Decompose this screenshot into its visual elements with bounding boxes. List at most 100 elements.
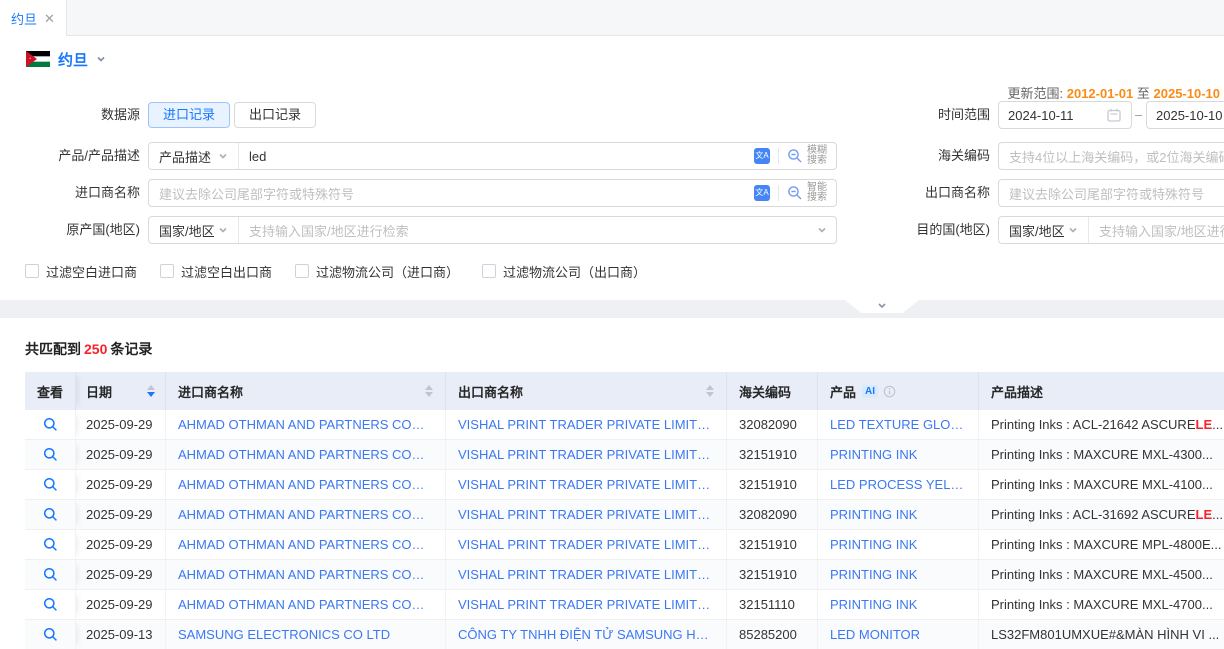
checkbox-icon [295, 264, 309, 278]
view-cell[interactable] [25, 530, 76, 559]
table-row: 2025-09-29 AHMAD OTHMAN AND PARTNERS COM… [25, 440, 1224, 470]
product-link[interactable]: LED TEXTURE GLOSS ... [830, 417, 966, 432]
filter-panel: 更新范围: 2012-01-01 至 2025-10-10 数据源 进口记录 出… [0, 80, 1224, 300]
date-cell: 2025-09-29 [76, 470, 166, 499]
end-date-input[interactable]: 2025-10-10 [1146, 101, 1224, 129]
checkbox-filter-logistics-exporter[interactable]: 过滤物流公司（出口商） [482, 262, 646, 281]
product-link[interactable]: PRINTING INK [830, 567, 917, 582]
product-link[interactable]: PRINTING INK [830, 447, 917, 462]
product-link[interactable]: PRINTING INK [830, 597, 917, 612]
country-name: 约旦 [58, 49, 88, 70]
importer-link[interactable]: AHMAD OTHMAN AND PARTNERS COMPA... [178, 417, 433, 432]
exporter-link[interactable]: CÔNG TY TNHH ĐIỆN TỬ SAMSUNG HCMC... [458, 627, 714, 642]
chevron-down-icon [218, 225, 228, 235]
importer-link[interactable]: AHMAD OTHMAN AND PARTNERS COMPA... [178, 447, 433, 462]
product-link[interactable]: LED MONITOR [830, 627, 920, 642]
exporter-link[interactable]: VISHAL PRINT TRADER PRIVATE LIMITED [458, 507, 714, 522]
view-cell[interactable] [25, 410, 76, 439]
view-cell[interactable] [25, 620, 76, 649]
checkbox-filter-blank-exporter[interactable]: 过滤空白出口商 [160, 262, 272, 281]
view-cell[interactable] [25, 590, 76, 619]
sort-icon [147, 385, 155, 397]
view-cell[interactable] [25, 470, 76, 499]
magnifier-icon [43, 567, 58, 582]
importer-link[interactable]: AHMAD OTHMAN AND PARTNERS COMPA... [178, 597, 433, 612]
view-cell[interactable] [25, 560, 76, 589]
importer-name-input[interactable]: 建议去除公司尾部字符或特殊符号 [149, 180, 754, 206]
exporter-link[interactable]: VISHAL PRINT TRADER PRIVATE LIMITED [458, 477, 714, 492]
table-row: 2025-09-29 AHMAD OTHMAN AND PARTNERS COM… [25, 560, 1224, 590]
origin-country-select[interactable]: 国家/地区 [149, 217, 239, 243]
tab-jordan[interactable]: 约旦 ✕ [0, 0, 67, 36]
calendar-icon [1106, 107, 1122, 123]
table-body: 2025-09-29 AHMAD OTHMAN AND PARTNERS COM… [25, 410, 1224, 649]
origin-country-label: 原产国(地区) [0, 216, 140, 244]
jordan-flag-icon [26, 51, 50, 67]
magnifier-icon [43, 597, 58, 612]
info-icon[interactable] [883, 385, 896, 398]
origin-country-input[interactable]: 支持输入国家/地区进行检索 [239, 217, 817, 243]
product-link[interactable]: LED PROCESS YELLOW... [830, 477, 966, 492]
product-search-input[interactable]: led [239, 143, 754, 169]
hs-code-input[interactable]: 支持4位以上海关编码，或2位海关编码加 [998, 142, 1224, 170]
checkbox-icon [25, 264, 39, 278]
exporter-link[interactable]: VISHAL PRINT TRADER PRIVATE LIMITED [458, 417, 714, 432]
translate-icon[interactable]: 文A [754, 148, 770, 164]
header-importer[interactable]: 进口商名称 [166, 372, 446, 410]
hs-code-cell: 32082090 [727, 410, 818, 439]
description-cell: Printing Inks : MAXCURE MXL-4500... [979, 560, 1224, 589]
exporter-label: 出口商名称 [855, 179, 990, 207]
magnifier-icon [43, 417, 58, 432]
importer-link[interactable]: AHMAD OTHMAN AND PARTNERS COMPA... [178, 537, 433, 552]
fuzzy-search-button[interactable]: 模糊搜索 [787, 146, 827, 166]
header-description: 产品描述 [979, 372, 1224, 410]
importer-link[interactable]: AHMAD OTHMAN AND PARTNERS COMPA... [178, 567, 433, 582]
view-cell[interactable] [25, 440, 76, 469]
header-view: 查看 [25, 372, 76, 410]
destination-country-input[interactable]: 支持输入国家/地区进行检索 [1089, 217, 1224, 243]
exporter-link[interactable]: VISHAL PRINT TRADER PRIVATE LIMITED [458, 567, 714, 582]
checkbox-filter-blank-importer[interactable]: 过滤空白进口商 [25, 262, 137, 281]
product-link[interactable]: PRINTING INK [830, 507, 917, 522]
import-records-button[interactable]: 进口记录 [148, 102, 230, 128]
importer-label: 进口商名称 [0, 179, 140, 207]
importer-link[interactable]: AHMAD OTHMAN AND PARTNERS COMPA... [178, 477, 433, 492]
chevron-down-icon [877, 301, 887, 311]
importer-link[interactable]: AHMAD OTHMAN AND PARTNERS COMPA... [178, 507, 433, 522]
start-date-input[interactable]: 2024-10-11 [998, 101, 1132, 129]
translate-icon[interactable]: 文A [754, 185, 770, 201]
exporter-name-input[interactable]: 建议去除公司尾部字符或特殊符号 [998, 179, 1224, 207]
destination-country-select[interactable]: 国家/地区 [999, 217, 1089, 243]
table-row: 2025-09-29 AHMAD OTHMAN AND PARTNERS COM… [25, 470, 1224, 500]
hs-code-cell: 32082090 [727, 500, 818, 529]
exporter-link[interactable]: VISHAL PRINT TRADER PRIVATE LIMITED [458, 537, 714, 552]
exporter-link[interactable]: VISHAL PRINT TRADER PRIVATE LIMITED [458, 597, 714, 612]
product-type-select[interactable]: 产品描述 [149, 143, 239, 169]
magnifier-icon [43, 627, 58, 642]
data-source-toggle: 进口记录 出口记录 [148, 102, 316, 128]
divider-band [0, 300, 1224, 318]
sort-icon [706, 385, 714, 397]
table-header: 查看 日期 进口商名称 出口商名称 海关编码 产品 AI [25, 372, 1224, 410]
view-cell[interactable] [25, 500, 76, 529]
match-count-number: 250 [81, 341, 110, 357]
ai-badge: AI [862, 385, 878, 398]
date-cell: 2025-09-29 [76, 500, 166, 529]
checkbox-filter-logistics-importer[interactable]: 过滤物流公司（进口商） [295, 262, 459, 281]
importer-link[interactable]: SAMSUNG ELECTRONICS CO LTD [178, 627, 390, 642]
header-date[interactable]: 日期 [76, 372, 166, 410]
hs-code-cell: 32151910 [727, 530, 818, 559]
product-link[interactable]: PRINTING INK [830, 537, 917, 552]
date-cell: 2025-09-29 [76, 530, 166, 559]
smart-search-button[interactable]: 智能搜索 [787, 183, 827, 203]
hs-code-cell: 32151910 [727, 470, 818, 499]
header-exporter[interactable]: 出口商名称 [446, 372, 727, 410]
export-records-button[interactable]: 出口记录 [234, 102, 316, 128]
hs-code-label: 海关编码 [855, 142, 990, 170]
results-section: 共匹配到250条记录 查看 日期 进口商名称 出口商名称 海关编码 [0, 318, 1224, 649]
country-header[interactable]: 约旦 [26, 48, 106, 70]
collapse-panel-button[interactable] [845, 300, 919, 313]
close-icon[interactable]: ✕ [44, 12, 55, 25]
hs-code-cell: 32151110 [727, 590, 818, 619]
exporter-link[interactable]: VISHAL PRINT TRADER PRIVATE LIMITED [458, 447, 714, 462]
